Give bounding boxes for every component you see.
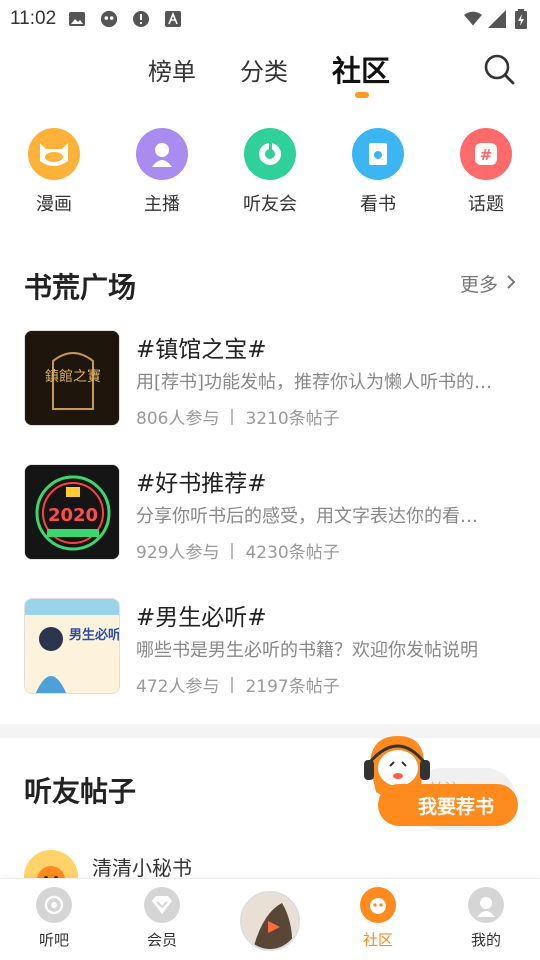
status-bar: 11:02	[0, 0, 540, 38]
alert-icon	[132, 10, 150, 28]
recommend-book-promo[interactable]: 关注 我要荐书	[362, 732, 522, 832]
tab-category[interactable]: 分类	[240, 52, 288, 87]
book-plaza-title: 书荒广场	[24, 271, 137, 304]
hashtag-icon: #	[460, 128, 512, 180]
listen-icon	[36, 887, 72, 923]
profile-icon	[468, 887, 504, 923]
signal-icon	[488, 10, 506, 28]
community-icon	[360, 887, 396, 923]
category-anchor[interactable]: 主播	[122, 128, 202, 216]
category-row: 漫画 主播 听友会 看书 # 话题	[0, 128, 540, 218]
headset-app-icon	[100, 10, 118, 28]
topic-title: #男生必听#	[136, 605, 267, 631]
posts-count: 4230条帖子	[245, 543, 340, 563]
topic-stats: 472人参与 2197条帖子	[136, 672, 340, 697]
topic-title: #好书推荐#	[136, 471, 267, 497]
nav-vip[interactable]: 会员	[122, 887, 202, 950]
listener-club-icon	[244, 128, 296, 180]
category-label: 话题	[468, 194, 504, 215]
topic-cover: 2020	[24, 464, 120, 560]
search-icon[interactable]	[482, 52, 516, 86]
more-label: 更多	[459, 274, 498, 296]
recommend-book-button[interactable]: 我要荐书	[378, 784, 518, 826]
topic-cover: 男生必听	[24, 598, 120, 694]
nav-label: 听吧	[38, 931, 69, 949]
topic-stats: 806人参与 3210条帖子	[136, 404, 340, 429]
category-topic[interactable]: # 话题	[446, 128, 526, 216]
topic-stats: 929人参与 4230条帖子	[136, 538, 340, 563]
nav-label: 会员	[146, 931, 177, 949]
category-label: 主播	[144, 194, 180, 215]
book-read-icon	[352, 128, 404, 180]
battery-icon	[512, 9, 530, 29]
active-tab-indicator	[355, 92, 369, 98]
font-a-icon	[164, 10, 182, 28]
topic-item[interactable]: 2020 #好书推荐# 分享你听书后的感受，用文字表达你的看… 929人参与 4…	[24, 464, 524, 563]
posts-count: 3210条帖子	[245, 409, 340, 429]
bottom-nav: 听吧 会员 社区 我的	[0, 878, 540, 960]
topic-desc: 哪些书是男生必听的书籍？欢迎你发帖说明	[136, 640, 478, 661]
cover-text: 男生必听	[69, 627, 120, 643]
topic-desc: 用[荐书]功能发帖，推荐你认为懒人听书的…	[136, 372, 493, 393]
vip-icon	[144, 887, 180, 923]
stats-divider	[231, 542, 234, 559]
now-playing-cover[interactable]	[240, 891, 300, 951]
nav-community[interactable]: 社区	[338, 887, 418, 950]
wifi-icon	[464, 10, 482, 28]
topic-title: #镇馆之宝#	[136, 337, 267, 363]
nav-label: 社区	[362, 931, 393, 949]
nav-listen[interactable]: 听吧	[14, 887, 94, 950]
nav-label: 我的	[470, 931, 501, 949]
topic-item[interactable]: 鎮館之寶 #镇馆之宝# 用[荐书]功能发帖，推荐你认为懒人听书的… 806人参与…	[24, 330, 524, 429]
participants-count: 472人参与	[136, 677, 220, 697]
anchor-icon	[136, 128, 188, 180]
image-icon	[68, 10, 86, 28]
topic-item[interactable]: 男生必听 #男生必听# 哪些书是男生必听的书籍？欢迎你发帖说明 472人参与 2…	[24, 598, 524, 697]
participants-count: 806人参与	[136, 409, 220, 429]
cover-text: 鎮館之寶	[45, 368, 101, 385]
posts-count: 2197条帖子	[245, 677, 340, 697]
tab-community[interactable]: 社区	[332, 48, 390, 90]
tab-ranking[interactable]: 榜单	[148, 52, 196, 87]
svg-text:#: #	[480, 146, 493, 164]
post-author-name: 清清小秘书	[92, 856, 192, 880]
status-time: 11:02	[10, 8, 57, 29]
stats-divider	[231, 676, 234, 693]
stats-divider	[231, 408, 234, 425]
comic-cat-icon	[28, 128, 80, 180]
category-listener-club[interactable]: 听友会	[230, 128, 310, 216]
chevron-right-icon	[506, 273, 516, 295]
listener-posts-title: 听友帖子	[24, 775, 137, 808]
participants-count: 929人参与	[136, 543, 220, 563]
topic-cover: 鎮館之寶	[24, 330, 120, 426]
more-link[interactable]: 更多	[460, 270, 516, 297]
cover-text: 2020	[48, 505, 98, 526]
topic-desc: 分享你听书后的感受，用文字表达你的看…	[136, 506, 478, 527]
category-read-book[interactable]: 看书	[338, 128, 418, 216]
top-tab-bar: 榜单 分类 社区	[0, 44, 540, 104]
category-comic[interactable]: 漫画	[14, 128, 94, 216]
nav-profile[interactable]: 我的	[446, 887, 526, 950]
category-label: 看书	[360, 194, 396, 215]
category-label: 听友会	[243, 194, 297, 215]
category-label: 漫画	[36, 194, 72, 215]
